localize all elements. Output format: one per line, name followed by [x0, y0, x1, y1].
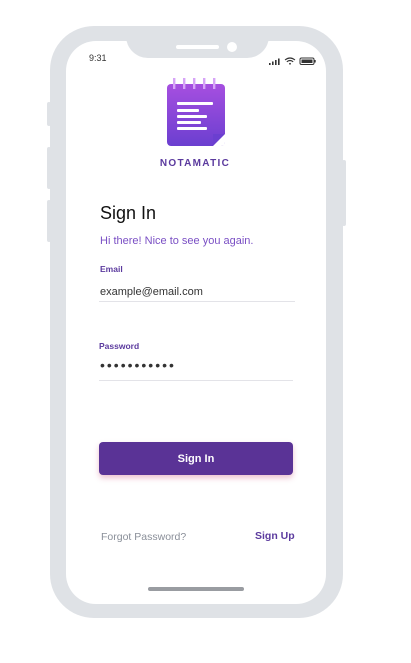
password-label: Password [99, 341, 140, 351]
notch [126, 26, 269, 58]
notepad-logo-icon [167, 78, 225, 146]
page-subtitle: Hi there! Nice to see you again. [100, 235, 254, 247]
status-time: 9:31 [89, 53, 107, 63]
signal-icon [269, 58, 280, 65]
email-field[interactable] [99, 283, 295, 302]
battery-icon [299, 57, 316, 65]
email-label: Email [100, 264, 123, 274]
wifi-icon [284, 57, 296, 65]
forgot-password-link[interactable]: Forgot Password? [101, 531, 186, 543]
status-icons [268, 53, 318, 65]
page-title: Sign In [100, 203, 157, 223]
speaker-grille [176, 45, 219, 49]
home-indicator [148, 587, 244, 591]
sign-in-button[interactable]: Sign In [99, 442, 293, 475]
sign-up-link[interactable]: Sign Up [255, 530, 295, 542]
brand-name: NOTAMATIC [159, 158, 231, 169]
password-field[interactable]: ••••••••••• [99, 358, 293, 381]
front-camera [227, 42, 237, 52]
